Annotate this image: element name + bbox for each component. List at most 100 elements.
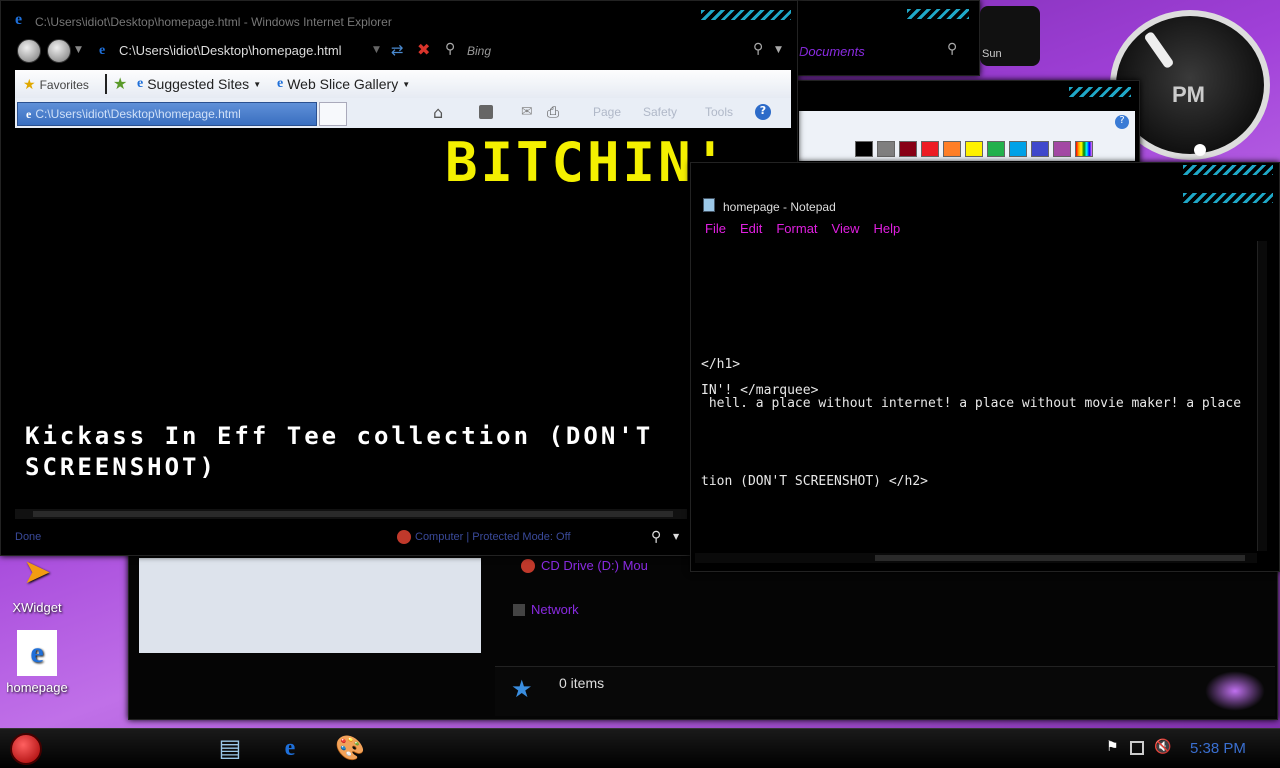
palette-color-8[interactable] <box>1031 141 1049 157</box>
notepad-vertical-scrollbar[interactable] <box>1257 241 1267 551</box>
ie-navbar: ▼ e C:\Users\idiot\Desktop\homepage.html… <box>1 37 799 65</box>
notepad-window[interactable]: homepage - Notepad File Edit Format View… <box>690 162 1280 572</box>
favorites-button[interactable]: ★ Favorites <box>23 76 89 93</box>
taskbar-ie-icon[interactable]: e <box>266 731 314 765</box>
stop-icon[interactable]: ✖ <box>417 40 430 59</box>
scrollbar-thumb[interactable] <box>33 511 673 517</box>
safety-menu[interactable]: Safety <box>643 105 677 119</box>
feeds-icon[interactable] <box>479 105 493 119</box>
notepad-menubar: File Edit Format View Help <box>705 221 900 236</box>
tab-active[interactable]: e C:\Users\idiot\Desktop\homepage.html <box>17 102 317 126</box>
menu-file[interactable]: File <box>705 221 726 236</box>
palette-color-3[interactable] <box>921 141 939 157</box>
help-icon[interactable]: ? <box>755 104 771 120</box>
back-button[interactable] <box>17 39 41 63</box>
paint-titlebar-stripes <box>1069 87 1131 97</box>
desktop-icon-xwidget[interactable]: ➤ XWidget <box>0 548 82 615</box>
documents-link[interactable]: Documents <box>799 44 865 59</box>
new-tab-button[interactable] <box>319 102 347 126</box>
explorer-preview-pane <box>139 558 481 653</box>
tray-clock[interactable]: 5:38 PM <box>1190 740 1246 757</box>
home-icon[interactable]: ⌂ <box>433 103 443 122</box>
suggested-sites-label: Suggested Sites <box>147 76 250 92</box>
print-icon[interactable]: ⎙ <box>547 103 559 121</box>
scrollbar-thumb[interactable] <box>875 555 1245 561</box>
network-label: Network <box>531 602 579 617</box>
explorer-titlebar-stripes <box>907 9 969 19</box>
suggested-sites-button[interactable]: e Suggested Sites ▼ <box>137 76 261 92</box>
favorites-divider <box>105 74 107 94</box>
desktop-icon-homepage[interactable]: e homepage <box>0 630 82 695</box>
items-count: 0 items <box>559 675 605 691</box>
add-favorite-icon[interactable]: ★ <box>113 74 127 93</box>
status-text: Done <box>15 531 42 543</box>
page-icon: e <box>99 43 106 58</box>
mail-icon[interactable]: ✉ <box>521 104 533 120</box>
nav-dropdown-icon[interactable]: ▼ <box>75 45 82 55</box>
web-slice-label: Web Slice Gallery <box>287 76 399 92</box>
cd-drive-item[interactable]: CD Drive (D:) Mou <box>521 558 648 573</box>
text-line: </h1> <box>701 357 741 372</box>
paint-palette <box>855 141 1097 157</box>
notepad-text-area[interactable]: </h1> IN'! </marquee> hell. a place with… <box>695 241 1257 551</box>
address-bar[interactable]: C:\Users\idiot\Desktop\homepage.html <box>119 43 342 58</box>
palette-color-0[interactable] <box>855 141 873 157</box>
web-slice-gallery-button[interactable]: e Web Slice Gallery ▼ <box>277 76 410 92</box>
explorer-details-pane: ★ 0 items <box>495 666 1275 716</box>
taskbar-paint-icon[interactable]: 🎨 <box>326 731 374 765</box>
taskbar-notepad-icon[interactable]: ▤ <box>206 731 254 765</box>
chevron-down-icon: ▼ <box>253 79 262 89</box>
zoom-dropdown-icon[interactable]: ▼ <box>673 532 679 541</box>
explorer-search-icon[interactable]: ⚲ <box>947 41 957 57</box>
address-dropdown-icon[interactable]: ▼ <box>373 45 380 55</box>
page-heading: Kickass In Eff Tee collection (DON'T SCR… <box>25 422 654 481</box>
notepad-top-stripes <box>1183 165 1273 175</box>
horizontal-scrollbar[interactable] <box>15 509 687 519</box>
menu-edit[interactable]: Edit <box>740 221 762 236</box>
page-content: BITCHIN' Kickass In Eff Tee collection (… <box>15 129 791 509</box>
paint-help-icon[interactable]: ? <box>1115 115 1129 129</box>
text-line: tion (DON'T SCREENSHOT) </h2> <box>701 474 928 489</box>
tray-network-icon[interactable] <box>1130 741 1144 755</box>
palette-color-2[interactable] <box>899 141 917 157</box>
palette-color-5[interactable] <box>965 141 983 157</box>
security-zone-label[interactable]: Computer | Protected Mode: Off <box>415 531 571 543</box>
web-slice-icon: e <box>277 76 284 91</box>
start-button[interactable] <box>10 733 42 765</box>
butterfly-decoration <box>1205 671 1265 711</box>
notepad-title: homepage - Notepad <box>723 200 836 214</box>
search-dropdown-icon[interactable]: ▼ <box>775 45 782 55</box>
ie-file-icon: e <box>17 630 57 676</box>
zoom-icon[interactable]: ⚲ <box>651 529 661 545</box>
menu-format[interactable]: Format <box>776 221 817 236</box>
page-menu[interactable]: Page <box>593 105 621 119</box>
search-input[interactable]: Bing <box>467 44 491 58</box>
tab-page-icon: e <box>26 106 32 121</box>
tray-flag-icon[interactable]: ⚑ <box>1106 739 1119 755</box>
search-button-icon[interactable]: ⚲ <box>753 41 763 57</box>
palette-color-1[interactable] <box>877 141 895 157</box>
explorer-toolbar-sun: Sun <box>980 6 1040 66</box>
paint-ribbon: ? <box>799 111 1135 161</box>
network-item[interactable]: Network <box>513 602 579 617</box>
palette-color-4[interactable] <box>943 141 961 157</box>
tab-label: C:\Users\idiot\Desktop\homepage.html <box>35 107 241 121</box>
details-icon: ★ <box>511 675 533 703</box>
ie-window[interactable]: e C:\Users\idiot\Desktop\homepage.html -… <box>0 0 798 556</box>
tools-menu[interactable]: Tools <box>705 105 733 119</box>
menu-view[interactable]: View <box>832 221 860 236</box>
cd-drive-icon <box>521 558 535 573</box>
notepad-horizontal-scrollbar[interactable] <box>695 553 1257 563</box>
notepad-titlebar-stripes <box>1183 193 1273 203</box>
palette-color-9[interactable] <box>1053 141 1071 157</box>
text-line: hell. a place without internet! a place … <box>701 396 1242 411</box>
palette-color-7[interactable] <box>1009 141 1027 157</box>
ie-titlebar[interactable]: e C:\Users\idiot\Desktop\homepage.html -… <box>1 1 799 35</box>
ie-status-bar: Done Computer | Protected Mode: Off ⚲ ▼ <box>1 527 691 549</box>
palette-edit-colors[interactable] <box>1075 141 1093 157</box>
refresh-icon[interactable]: ⇄ <box>391 41 404 59</box>
tray-volume-icon[interactable]: 🔇 <box>1154 739 1171 755</box>
menu-help[interactable]: Help <box>873 221 900 236</box>
forward-button[interactable] <box>47 39 71 63</box>
palette-color-6[interactable] <box>987 141 1005 157</box>
